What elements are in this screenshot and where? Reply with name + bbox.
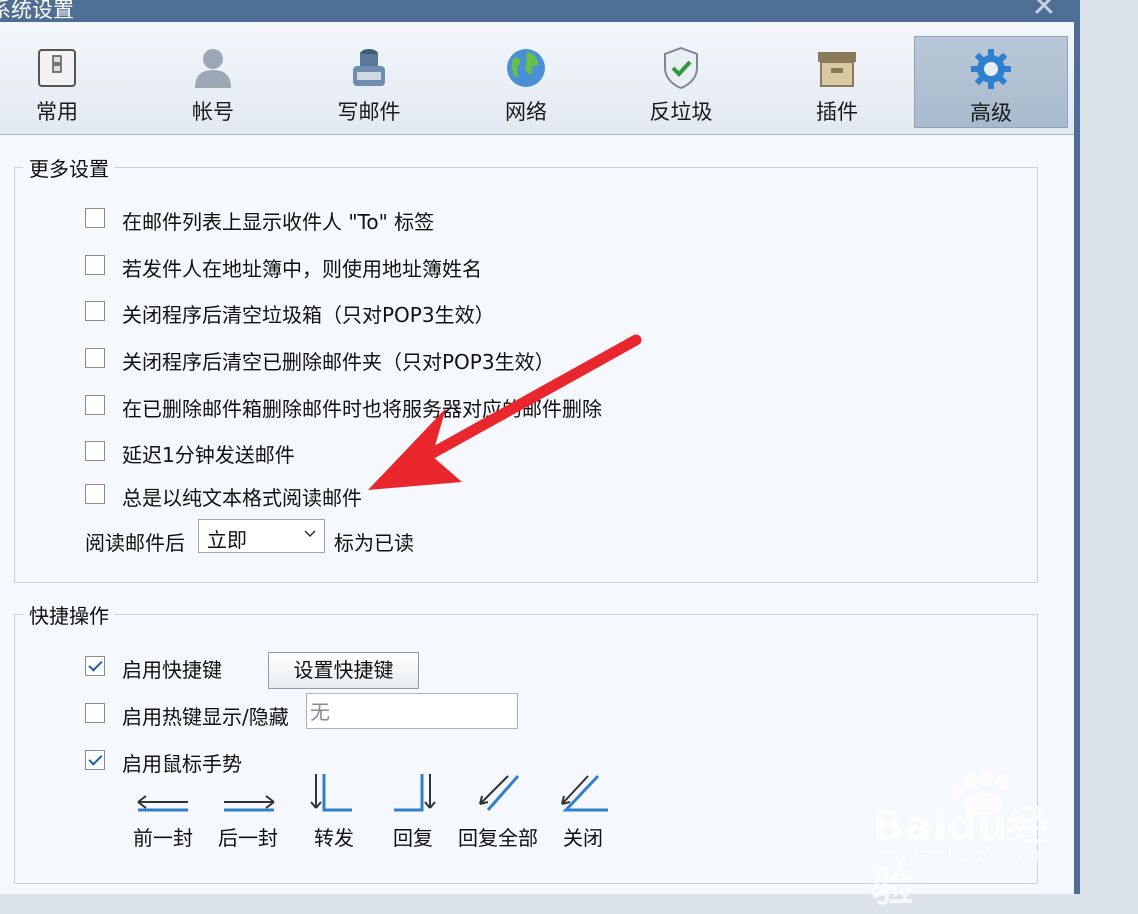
tab-network[interactable]: 网络 bbox=[449, 36, 603, 128]
enable-hotkey-text: 启用热键显示/隐藏 bbox=[122, 705, 289, 729]
gesture-reply-all-label: 回复全部 bbox=[458, 826, 538, 850]
close-gesture-icon bbox=[561, 774, 608, 812]
tab-plugin[interactable]: 插件 bbox=[760, 36, 914, 128]
show-to-label-checkbox[interactable] bbox=[85, 208, 105, 228]
set-shortcut-button[interactable]: 设置快捷键 bbox=[268, 652, 419, 689]
prev-gesture-icon bbox=[137, 795, 188, 812]
account-icon bbox=[195, 49, 231, 88]
tab-compose-label: 写邮件 bbox=[337, 100, 401, 124]
chevron-down-icon bbox=[304, 530, 316, 538]
gesture-reply-label: 回复 bbox=[393, 826, 433, 850]
gesture-close-label: 关闭 bbox=[563, 826, 603, 850]
close-icon[interactable]: ✕ bbox=[1026, 0, 1062, 22]
tab-general-label: 常用 bbox=[36, 100, 78, 124]
gesture-prev-label: 前一封 bbox=[133, 826, 193, 850]
enable-gestures-text: 启用鼠标手势 bbox=[122, 752, 242, 776]
watermark-url: jingyan.baidu.com bbox=[872, 844, 1048, 866]
plain-text-read-checkbox[interactable] bbox=[85, 484, 105, 504]
read-mark-prefix: 阅读邮件后 bbox=[85, 531, 185, 555]
gear-icon bbox=[971, 49, 1011, 89]
empty-trash-on-exit-checkbox[interactable] bbox=[85, 301, 105, 321]
tab-antispam[interactable]: 反垃圾 bbox=[604, 36, 758, 128]
enable-shortcuts-text: 启用快捷键 bbox=[122, 658, 222, 682]
tab-advanced[interactable]: 高级 bbox=[914, 36, 1068, 128]
antispam-icon bbox=[664, 46, 698, 90]
settings-window: 系统设置 ✕ 常用 帐号 写邮件 网络 反垃圾 插件 高级 更多设置 在邮件列表… bbox=[0, 0, 1080, 894]
empty-deleted-on-exit-checkbox[interactable] bbox=[85, 348, 105, 368]
tab-account[interactable]: 帐号 bbox=[136, 36, 290, 128]
empty-deleted-on-exit-text: 关闭程序后清空已删除邮件夹（只对POP3生效） bbox=[122, 350, 555, 374]
enable-shortcuts-checkbox[interactable] bbox=[85, 656, 105, 676]
settings-tabs: 常用 帐号 写邮件 网络 反垃圾 插件 高级 bbox=[0, 22, 1074, 135]
use-addressbook-name-text: 若发件人在地址簿中，则使用地址簿姓名 bbox=[122, 257, 482, 281]
window-title: 系统设置 bbox=[0, 0, 74, 22]
enable-hotkey-checkbox[interactable] bbox=[85, 703, 105, 723]
title-bar: 系统设置 ✕ bbox=[0, 0, 1074, 22]
enable-gestures-checkbox[interactable] bbox=[85, 750, 105, 770]
mark-read-select[interactable]: 立即 bbox=[198, 519, 325, 553]
plugin-icon bbox=[818, 52, 856, 87]
more-settings-legend: 更多设置 bbox=[23, 153, 115, 182]
show-to-label-text: 在邮件列表上显示收件人 "To" 标签 bbox=[122, 210, 435, 234]
reply-gesture-icon bbox=[394, 774, 436, 812]
shortcuts-legend: 快捷操作 bbox=[23, 600, 115, 629]
tab-general[interactable]: 常用 bbox=[0, 36, 134, 128]
delay-send-checkbox[interactable] bbox=[85, 441, 105, 461]
mark-read-select-value: 立即 bbox=[207, 528, 247, 552]
empty-trash-on-exit-text: 关闭程序后清空垃圾箱（只对POP3生效） bbox=[122, 303, 495, 327]
tab-antispam-label: 反垃圾 bbox=[649, 100, 713, 124]
tab-account-label: 帐号 bbox=[192, 100, 234, 124]
tab-compose[interactable]: 写邮件 bbox=[292, 36, 446, 128]
gesture-forward-label: 转发 bbox=[314, 826, 354, 850]
gesture-next-label: 后一封 bbox=[218, 826, 278, 850]
tab-advanced-label: 高级 bbox=[970, 101, 1012, 125]
hotkey-field[interactable] bbox=[306, 693, 518, 729]
delete-on-server-checkbox[interactable] bbox=[85, 395, 105, 415]
read-mark-suffix: 标为已读 bbox=[334, 531, 414, 555]
network-icon bbox=[507, 49, 545, 87]
forward-gesture-icon bbox=[310, 774, 352, 812]
hotkey-input[interactable] bbox=[307, 694, 510, 726]
use-addressbook-name-checkbox[interactable] bbox=[85, 255, 105, 275]
tab-plugin-label: 插件 bbox=[816, 100, 858, 124]
compose-icon bbox=[353, 49, 385, 86]
delete-on-server-text: 在已删除邮件箱删除邮件时也将服务器对应的邮件删除 bbox=[122, 397, 602, 421]
plain-text-read-text: 总是以纯文本格式阅读邮件 bbox=[122, 486, 362, 510]
general-icon bbox=[38, 49, 76, 87]
tab-network-label: 网络 bbox=[505, 100, 547, 124]
next-gesture-icon bbox=[224, 795, 275, 812]
reply-all-gesture-icon bbox=[479, 775, 520, 811]
delay-send-text: 延迟1分钟发送邮件 bbox=[122, 443, 295, 467]
